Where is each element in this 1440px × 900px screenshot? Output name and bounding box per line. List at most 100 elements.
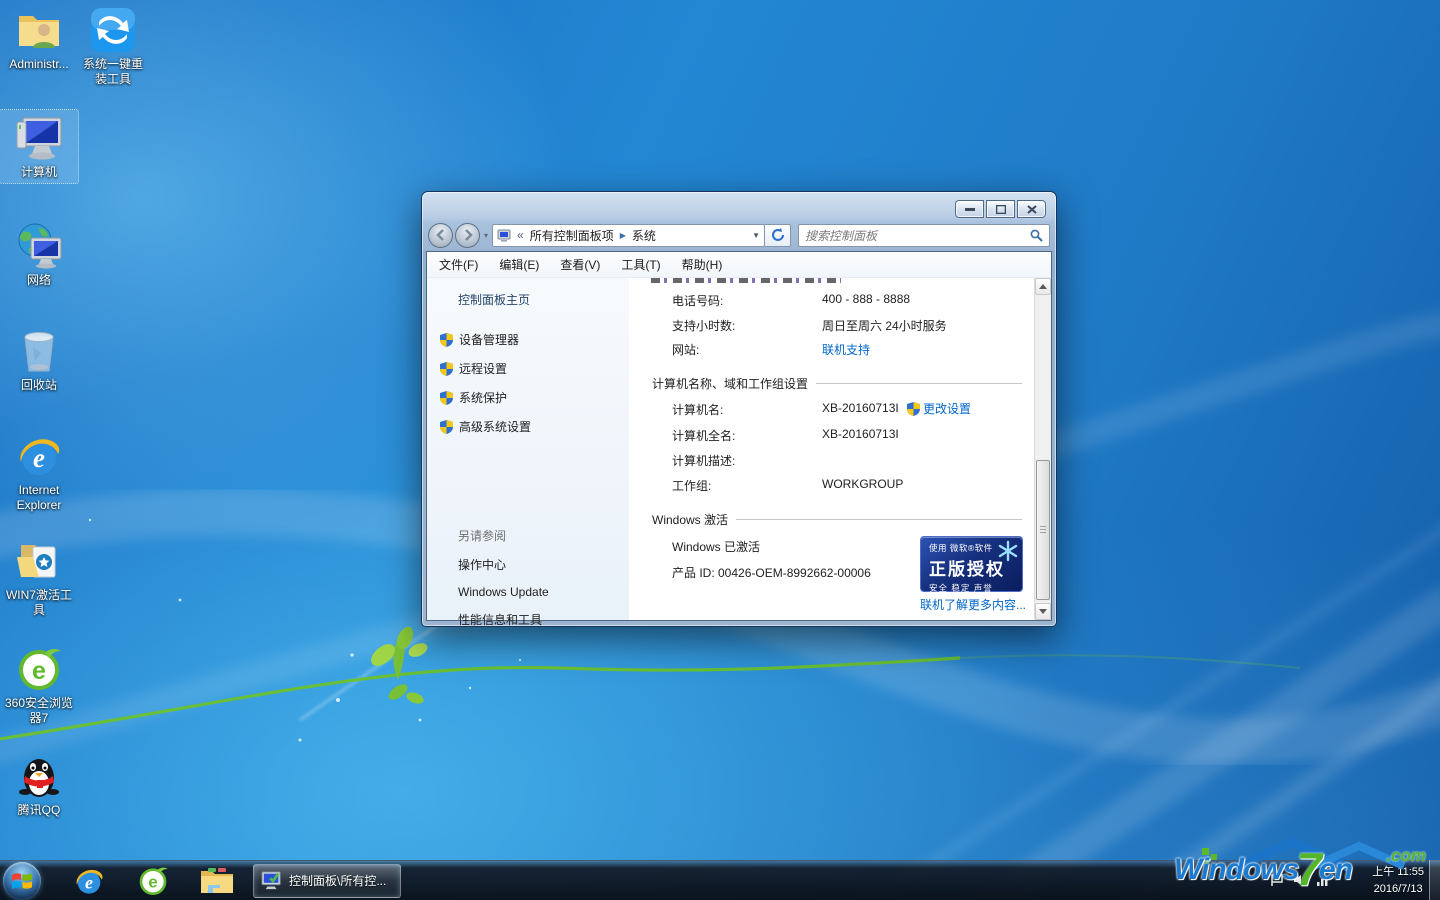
icon-label: 计算机 <box>0 165 78 180</box>
desktop-icon-360-browser[interactable]: e 360安全浏览 器7 <box>0 645 78 726</box>
genuine-star-icon <box>997 540 1019 562</box>
desktop-icon-administrator[interactable]: Administr... <box>0 6 78 72</box>
uac-shield-icon <box>440 391 453 405</box>
uac-shield-icon <box>907 402 920 416</box>
system-task-icon <box>261 871 283 891</box>
desktop-icon-network[interactable]: 网络 <box>0 222 78 288</box>
activation-status: Windows 已激活 <box>672 538 760 555</box>
desktop-icon-qq[interactable]: 腾讯QQ <box>0 752 78 818</box>
icon-label: 系统一键重 装工具 <box>74 57 152 87</box>
desktop-icon-win7-activator[interactable]: WIN7激活工 具 <box>0 537 78 618</box>
scroll-up-button[interactable] <box>1035 278 1051 295</box>
address-bar[interactable]: « 所有控制面板项 ▶ 系统 ▼ <box>492 224 765 247</box>
sidebar-device-manager[interactable]: 设备管理器 <box>458 331 629 348</box>
menu-help[interactable]: 帮助(H) <box>682 256 723 273</box>
search-icon[interactable] <box>1030 229 1043 242</box>
minimize-button[interactable] <box>955 200 984 218</box>
windows-flag-icon <box>12 872 32 890</box>
support-hours-row: 支持小时数: 周日至周六 24小时服务 <box>672 317 947 334</box>
search-placeholder: 搜索控制面板 <box>805 227 877 244</box>
sidebar-advanced-settings[interactable]: 高级系统设置 <box>458 418 629 435</box>
icon-label: WIN7激活工 具 <box>0 588 78 618</box>
icon-label: Administr... <box>0 57 78 72</box>
scrollbar-thumb[interactable] <box>1036 460 1050 600</box>
taskbar-control-panel-task[interactable]: 控制面板\所有控... <box>253 864 401 898</box>
swap-arrows-icon <box>89 6 137 54</box>
menu-edit[interactable]: 编辑(E) <box>499 256 539 273</box>
system-properties-window: ▾ « 所有控制面板项 ▶ 系统 ▼ 搜索控制面板 文件(F) 编辑(E) 查看… <box>421 191 1057 627</box>
icon-label: 360安全浏览 器7 <box>0 696 78 726</box>
sidebar: 控制面板主页 设备管理器 远程设置 系统保护 高级系统设置 <box>427 278 629 620</box>
desktop-icon-computer[interactable]: 计算机 <box>0 110 78 183</box>
genuine-microsoft-badge[interactable]: 使用 微软®软件 正版授权 安全 稳定 声誉 <box>920 536 1023 592</box>
system-page-icon <box>497 229 511 242</box>
forward-button[interactable] <box>455 223 480 248</box>
phone-row: 电话号码: 400 - 888 - 8888 <box>672 292 910 309</box>
chevron-collapse[interactable]: « <box>517 228 524 242</box>
sidebar-control-panel-home[interactable]: 控制面板主页 <box>458 291 629 308</box>
workgroup-row: 工作组: WORKGROUP <box>672 477 903 494</box>
computer-name-row: 计算机名: XB-20160713I <box>672 401 899 418</box>
network-globe-icon <box>15 222 63 270</box>
sidebar-system-protection[interactable]: 系统保护 <box>458 389 629 406</box>
sidebar-windows-update[interactable]: Windows Update <box>458 585 629 599</box>
change-settings-link[interactable]: 更改设置 <box>907 400 971 417</box>
icon-label: 回收站 <box>0 378 78 393</box>
sidebar-action-center[interactable]: 操作中心 <box>458 556 629 573</box>
start-button[interactable] <box>3 862 41 900</box>
network-icon[interactable] <box>1316 873 1330 887</box>
vertical-scrollbar[interactable] <box>1034 278 1051 620</box>
plant-sprig <box>367 624 429 706</box>
volume-icon[interactable] <box>1293 873 1307 887</box>
show-desktop-button[interactable] <box>1429 860 1440 900</box>
system-info-pane: 电话号码: 400 - 888 - 8888 支持小时数: 周日至周六 24小时… <box>629 278 1034 620</box>
taskbar-clock[interactable]: 上午 11:55 2016/7/13 <box>1372 864 1424 898</box>
taskbar-360-browser-icon[interactable]: e <box>127 862 179 900</box>
website-row: 网站: 联机支持 <box>672 341 870 358</box>
folder-user-icon <box>15 6 63 54</box>
close-button[interactable] <box>1017 200 1046 218</box>
sidebar-remote-settings[interactable]: 远程设置 <box>458 360 629 377</box>
taskbar-ie-icon[interactable]: e <box>63 862 115 900</box>
menu-bar: 文件(F) 编辑(E) 查看(V) 工具(T) 帮助(H) <box>427 252 1051 278</box>
svg-text:e: e <box>33 443 45 473</box>
caption-buttons <box>955 200 1046 218</box>
recent-pages-dropdown-icon[interactable]: ▾ <box>484 231 488 240</box>
desktop-icon-reinstall-tool[interactable]: 系统一键重 装工具 <box>74 6 152 87</box>
task-button-label: 控制面板\所有控... <box>289 872 386 889</box>
icon-label: 网络 <box>0 273 78 288</box>
learn-more-online-link[interactable]: 联机了解更多内容... <box>920 596 1026 613</box>
breadcrumb-root[interactable]: 所有控制面板项 <box>530 227 614 244</box>
online-support-link[interactable]: 联机支持 <box>822 341 870 358</box>
svg-text:e: e <box>148 872 157 891</box>
clock-date: 2016/7/13 <box>1372 881 1424 898</box>
desktop-icon-recycle-bin[interactable]: 回收站 <box>0 327 78 393</box>
menu-tools[interactable]: 工具(T) <box>621 256 660 273</box>
desktop-icon-internet-explorer[interactable]: e Internet Explorer <box>0 432 78 513</box>
uac-shield-icon <box>440 362 453 376</box>
taskbar-explorer-icon[interactable] <box>191 862 243 900</box>
system-tray <box>1270 860 1330 900</box>
address-dropdown-icon[interactable]: ▼ <box>752 231 760 240</box>
svg-text:e: e <box>85 872 93 892</box>
breadcrumb-current[interactable]: 系统 <box>632 227 656 244</box>
refresh-button[interactable] <box>765 224 791 247</box>
product-id: 产品 ID: 00426-OEM-8992662-00006 <box>672 564 871 581</box>
uac-shield-icon <box>440 420 453 434</box>
360-browser-icon: e <box>15 645 63 693</box>
back-button[interactable] <box>428 223 453 248</box>
breadcrumb-separator-icon: ▶ <box>620 231 626 240</box>
recycle-bin-icon <box>15 327 63 375</box>
sidebar-performance-tools[interactable]: 性能信息和工具 <box>458 611 629 628</box>
hours-value: 周日至周六 24小时服务 <box>822 317 947 334</box>
windows-activation-section-header: Windows 激活 <box>652 511 1022 528</box>
sidebar-see-also-header: 另请参阅 <box>458 527 629 544</box>
search-input[interactable]: 搜索控制面板 <box>798 224 1050 247</box>
scroll-down-button[interactable] <box>1035 603 1051 620</box>
menu-view[interactable]: 查看(V) <box>560 256 600 273</box>
computer-name-value: XB-20160713I <box>822 401 899 418</box>
maximize-button[interactable] <box>986 200 1015 218</box>
action-center-icon[interactable] <box>1270 873 1284 887</box>
menu-file[interactable]: 文件(F) <box>439 256 478 273</box>
taskbar: e e 控制面板\所有控... 上午 11:55 2016/7/13 <box>0 860 1440 900</box>
